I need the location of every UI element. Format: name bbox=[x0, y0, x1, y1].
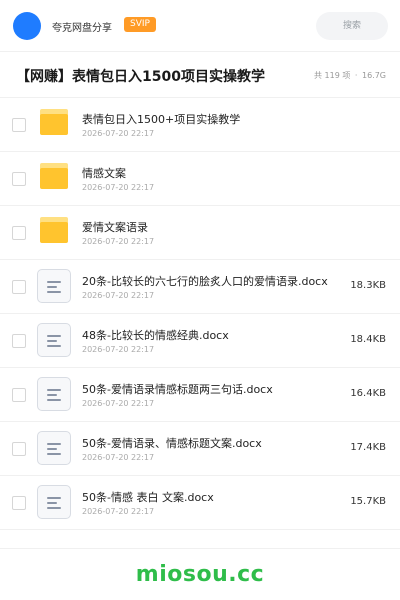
list-item[interactable]: 50条-爱情语录情感标题两三句话.docx 2026-07-20 22:17 16.… bbox=[0, 368, 400, 422]
folder-icon bbox=[40, 163, 68, 189]
item-name[interactable]: 50条-爱情语录、情感标题文案.docx bbox=[82, 435, 262, 451]
item-size: 18.3KB bbox=[350, 280, 386, 291]
item-date: 2026-07-20 22:17 bbox=[82, 453, 155, 462]
select-checkbox[interactable] bbox=[12, 172, 26, 186]
item-date: 2026-07-20 22:17 bbox=[82, 507, 155, 516]
document-icon bbox=[37, 377, 71, 411]
folder-icon bbox=[40, 109, 68, 135]
meta-separator: · bbox=[354, 71, 358, 80]
item-date: 2026-07-20 22:17 bbox=[82, 345, 155, 354]
list-item[interactable]: 20条-比较长的六七行的脍炙人口的爱情语录.docx 2026-07-20 22:… bbox=[0, 260, 400, 314]
item-size: 16.4KB bbox=[350, 388, 386, 399]
select-checkbox[interactable] bbox=[12, 388, 26, 402]
footer-divider bbox=[0, 548, 400, 549]
item-size: 18.4KB bbox=[350, 334, 386, 345]
item-name[interactable]: 情感文案 bbox=[82, 165, 126, 181]
item-name[interactable]: 爱情文案语录 bbox=[82, 219, 148, 235]
search-input[interactable]: 搜索 bbox=[316, 12, 388, 40]
item-name[interactable]: 20条-比较长的六七行的脍炙人口的爱情语录.docx bbox=[82, 273, 328, 289]
svip-badge: SVIP bbox=[124, 17, 156, 32]
avatar[interactable] bbox=[13, 12, 41, 40]
document-icon bbox=[37, 431, 71, 465]
document-icon bbox=[37, 485, 71, 519]
item-size: 17.4KB bbox=[350, 442, 386, 453]
total-size: 16.7G bbox=[361, 71, 386, 80]
document-icon bbox=[37, 269, 71, 303]
select-checkbox[interactable] bbox=[12, 496, 26, 510]
folder-meta: 共 119 项 · 16.7G bbox=[313, 70, 387, 81]
document-icon bbox=[37, 323, 71, 357]
item-date: 2026-07-20 22:17 bbox=[82, 399, 155, 408]
list-item[interactable]: 50条-爱情语录、情感标题文案.docx 2026-07-20 22:17 17.4… bbox=[0, 422, 400, 476]
list-item[interactable]: 48条-比较长的情感经典.docx 2026-07-20 22:17 18.4KB bbox=[0, 314, 400, 368]
select-checkbox[interactable] bbox=[12, 334, 26, 348]
item-name[interactable]: 48条-比较长的情感经典.docx bbox=[82, 327, 229, 343]
select-checkbox[interactable] bbox=[12, 118, 26, 132]
file-list: 表情包日入1500+项目实操教学 2026-07-20 22:17 情感文案 2026… bbox=[0, 98, 400, 530]
item-date: 2026-07-20 22:17 bbox=[82, 129, 155, 138]
folder-title-row: 【网赚】表情包日入1500项目实操教学 共 119 项 · 16.7G bbox=[0, 52, 400, 98]
item-size: 15.7KB bbox=[350, 496, 386, 507]
folder-icon bbox=[40, 217, 68, 243]
select-checkbox[interactable] bbox=[12, 280, 26, 294]
list-item[interactable]: 爱情文案语录 2026-07-20 22:17 bbox=[0, 206, 400, 260]
item-date: 2026-07-20 22:17 bbox=[82, 291, 155, 300]
item-name[interactable]: 表情包日入1500+项目实操教学 bbox=[82, 111, 240, 127]
list-item[interactable]: 50条-情感 表白 文案.docx 2026-07-20 22:17 15.7KB bbox=[0, 476, 400, 530]
item-name[interactable]: 50条-爱情语录情感标题两三句话.docx bbox=[82, 381, 273, 397]
page-title: 【网赚】表情包日入1500项目实操教学 bbox=[16, 69, 265, 85]
top-bar: 夸克网盘分享 SVIP 搜索 bbox=[0, 0, 400, 52]
item-name[interactable]: 50条-情感 表白 文案.docx bbox=[82, 489, 214, 505]
item-date: 2026-07-20 22:17 bbox=[82, 237, 155, 246]
select-checkbox[interactable] bbox=[12, 226, 26, 240]
watermark-text: miosou.cc bbox=[135, 562, 265, 587]
select-checkbox[interactable] bbox=[12, 442, 26, 456]
list-item[interactable]: 表情包日入1500+项目实操教学 2026-07-20 22:17 bbox=[0, 98, 400, 152]
share-owner-name: 夸克网盘分享 bbox=[52, 23, 112, 34]
item-date: 2026-07-20 22:17 bbox=[82, 183, 155, 192]
list-item[interactable]: 情感文案 2026-07-20 22:17 bbox=[0, 152, 400, 206]
item-count: 共 119 项 bbox=[313, 71, 351, 80]
